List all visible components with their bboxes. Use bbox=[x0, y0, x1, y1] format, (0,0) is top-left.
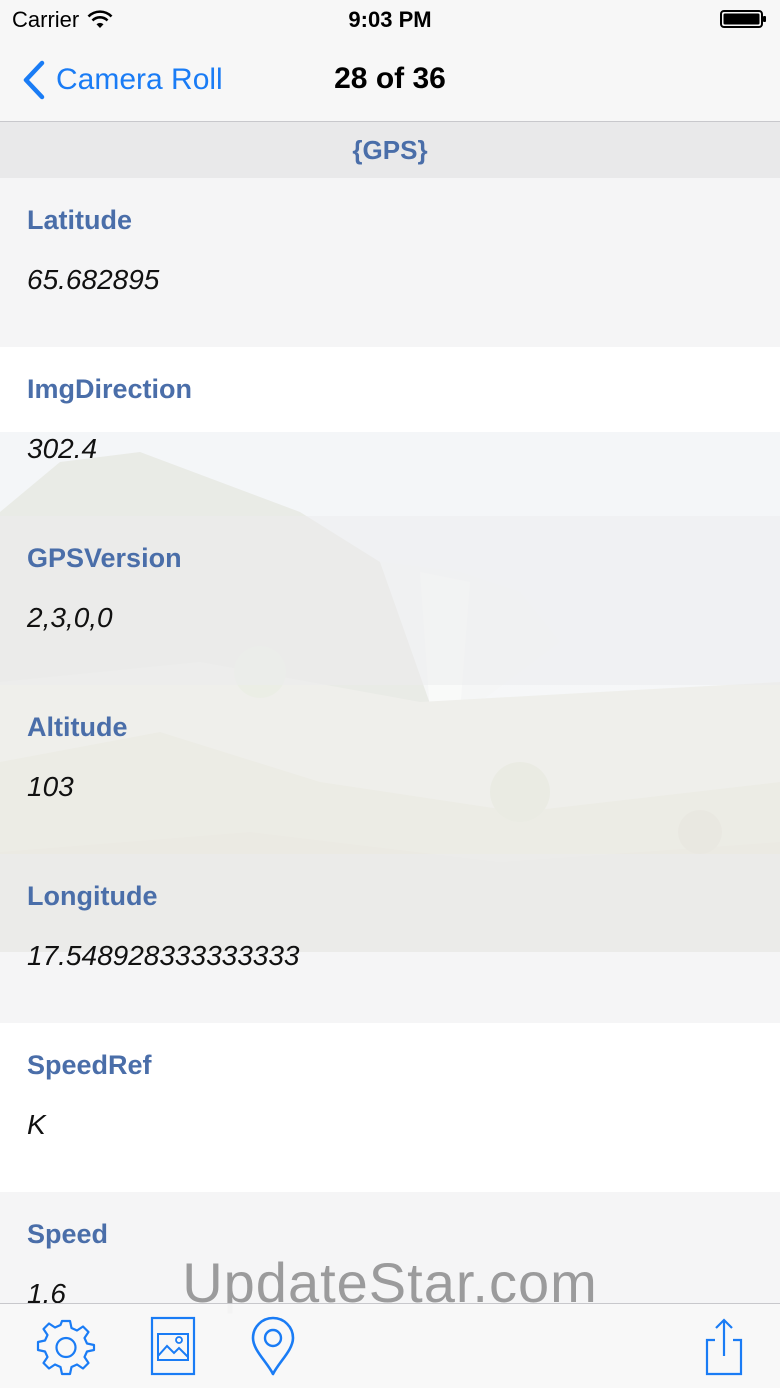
battery-icon bbox=[720, 10, 766, 28]
property-name: Longitude bbox=[27, 881, 158, 911]
photo-button[interactable] bbox=[143, 1316, 203, 1376]
location-button[interactable] bbox=[243, 1316, 303, 1376]
bottom-toolbar bbox=[0, 1303, 780, 1388]
settings-button[interactable] bbox=[36, 1316, 96, 1376]
property-name: GPSVersion bbox=[27, 543, 182, 573]
property-name: ImgDirection bbox=[27, 374, 193, 404]
list-item[interactable]: Altitude 103 bbox=[0, 685, 780, 854]
status-time: 9:03 PM bbox=[348, 7, 432, 32]
property-value: K bbox=[27, 1109, 46, 1140]
property-name: SpeedRef bbox=[27, 1050, 152, 1080]
gps-property-list: Latitude 65.682895 ImgDirection 302.4 GP… bbox=[0, 178, 780, 1361]
share-icon bbox=[705, 1318, 743, 1376]
navigation-bar: Camera Roll 28 of 36 bbox=[0, 40, 780, 122]
section-header: {GPS} bbox=[0, 122, 780, 178]
list-item[interactable]: SpeedRef K bbox=[0, 1023, 780, 1192]
property-value: 103 bbox=[27, 771, 74, 802]
property-name: Latitude bbox=[27, 205, 132, 235]
list-item[interactable]: ImgDirection 302.4 bbox=[0, 347, 780, 516]
settings-gear-icon bbox=[36, 1319, 96, 1376]
list-item[interactable]: Longitude 17.548928333333333 bbox=[0, 854, 780, 1023]
property-value: 302.4 bbox=[27, 433, 98, 464]
property-value: 17.548928333333333 bbox=[27, 940, 300, 971]
page-title: 28 of 36 bbox=[334, 62, 446, 95]
map-pin-icon bbox=[251, 1316, 295, 1376]
property-value: 2,3,0,0 bbox=[27, 602, 113, 633]
property-value: 65.682895 bbox=[27, 264, 160, 295]
status-bar: Carrier 9:03 PM bbox=[0, 0, 780, 40]
property-name: Speed bbox=[27, 1219, 109, 1249]
share-button[interactable] bbox=[694, 1316, 754, 1376]
photo-icon bbox=[150, 1316, 196, 1376]
list-item[interactable]: GPSVersion 2,3,0,0 bbox=[0, 516, 780, 685]
property-name: Altitude bbox=[27, 712, 128, 742]
list-item[interactable]: Latitude 65.682895 bbox=[0, 178, 780, 347]
